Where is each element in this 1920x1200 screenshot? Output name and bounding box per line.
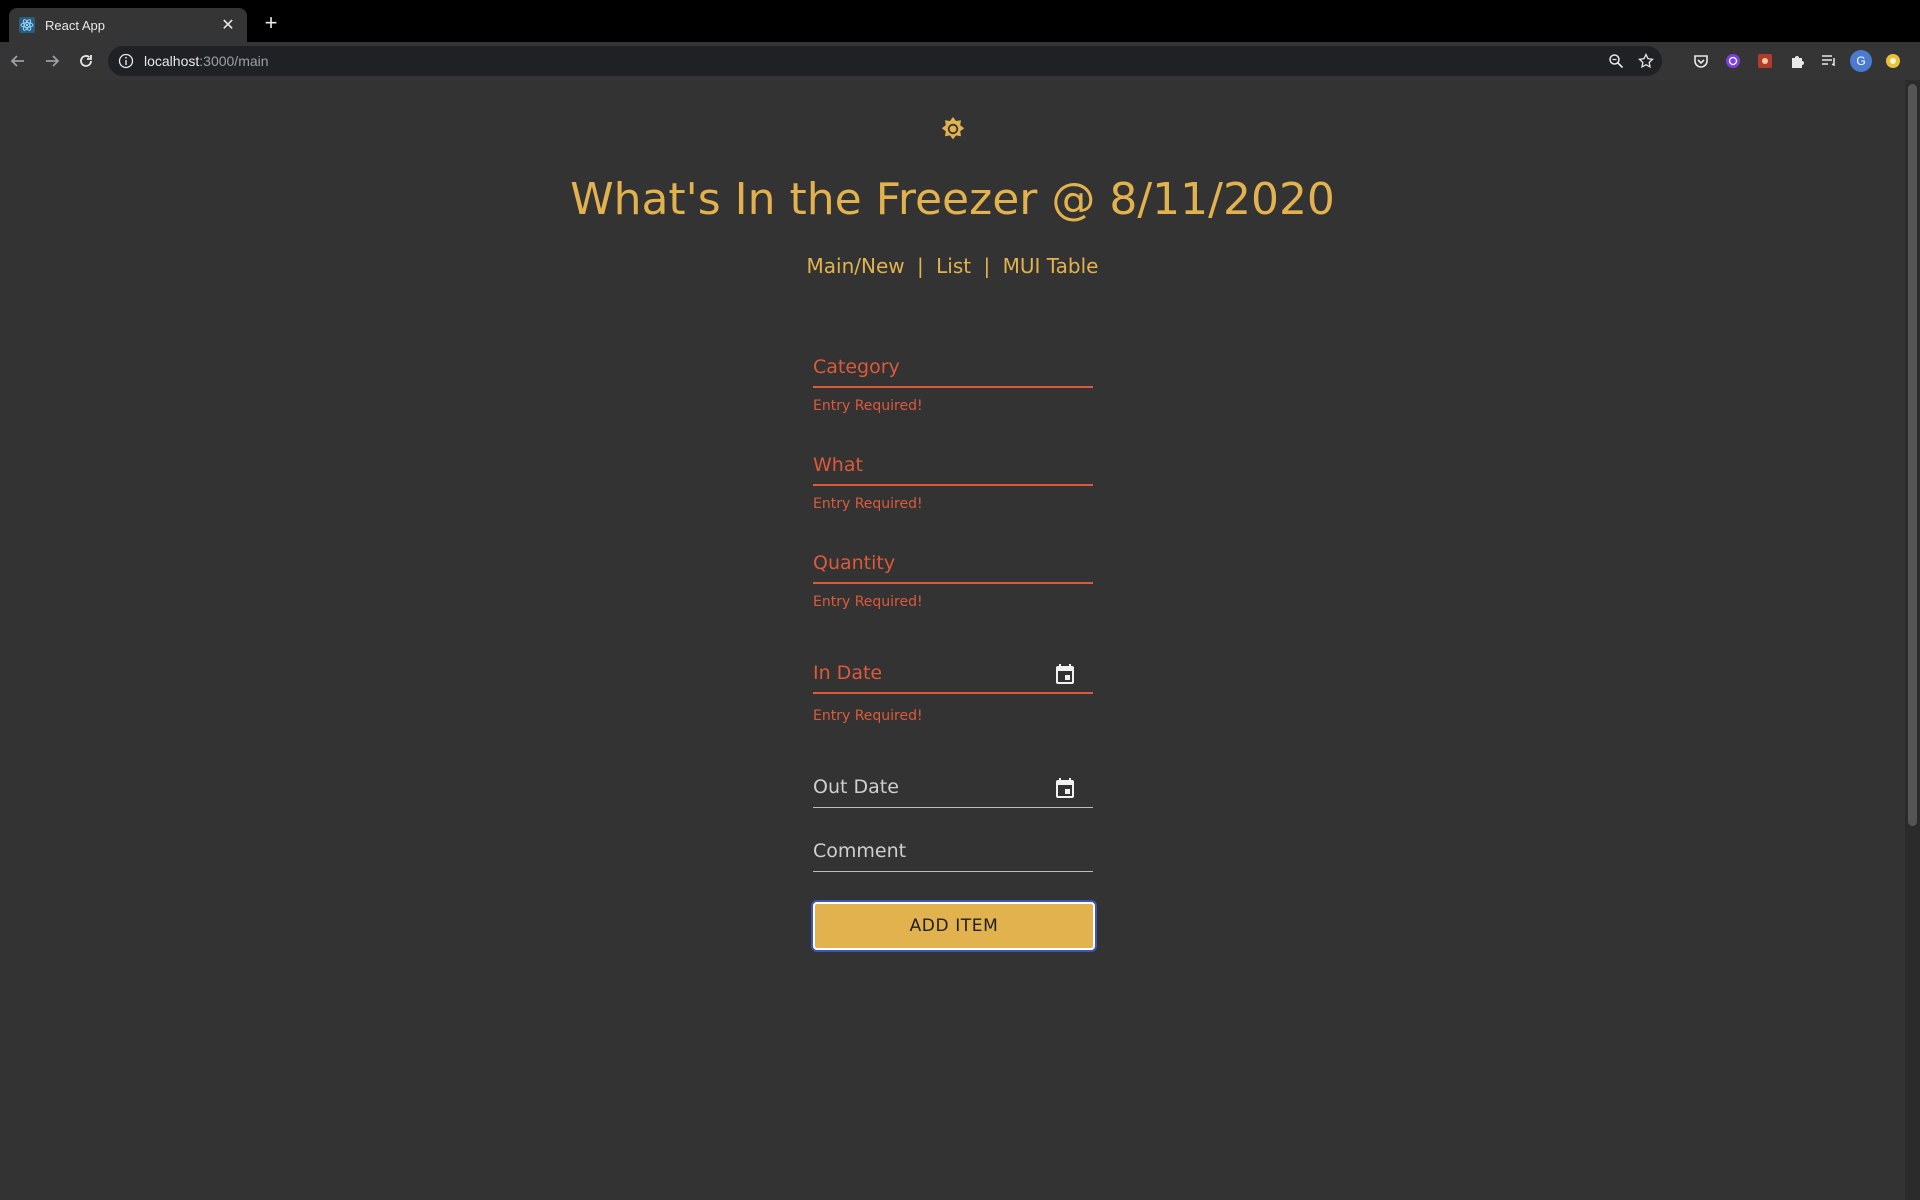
zoom-icon[interactable] bbox=[1608, 53, 1624, 69]
profile-avatar[interactable]: G bbox=[1850, 50, 1872, 72]
reload-icon bbox=[80, 55, 92, 67]
out-date-field[interactable]: Out Date bbox=[813, 758, 1093, 808]
field-underline bbox=[813, 386, 1093, 388]
browser-toolbar: localhost:3000/main G bbox=[0, 42, 1920, 80]
in-date-error-text: Entry Required! bbox=[813, 708, 923, 724]
url-path: :3000/main bbox=[199, 53, 269, 69]
what-field[interactable]: What bbox=[813, 438, 1093, 486]
what-label: What bbox=[813, 454, 863, 476]
react-icon bbox=[19, 17, 35, 33]
add-item-form: Category Entry Required! What Entry Requ… bbox=[813, 340, 1095, 950]
category-error-text: Entry Required! bbox=[813, 398, 923, 414]
back-button[interactable] bbox=[2, 45, 34, 77]
page-viewport: What's In the Freezer @ 8/11/2020 Main/N… bbox=[0, 80, 1920, 1200]
field-underline bbox=[813, 807, 1093, 808]
comment-label: Comment bbox=[813, 840, 907, 862]
quantity-error-text: Entry Required! bbox=[813, 594, 923, 610]
pocket-icon[interactable] bbox=[1690, 50, 1712, 72]
calendar-icon[interactable] bbox=[1053, 776, 1077, 800]
extension-purple-icon[interactable] bbox=[1722, 50, 1744, 72]
field-underline bbox=[813, 692, 1093, 694]
nav-link-mui-table[interactable]: MUI Table bbox=[1003, 254, 1099, 278]
theme-toggle-button[interactable] bbox=[938, 114, 968, 144]
category-label: Category bbox=[813, 356, 900, 378]
star-icon[interactable] bbox=[1638, 53, 1654, 69]
nav-link-main[interactable]: Main/New bbox=[807, 254, 905, 278]
nav-separator: | bbox=[983, 254, 991, 278]
comment-field[interactable]: Comment bbox=[813, 824, 1093, 872]
category-field[interactable]: Category bbox=[813, 340, 1093, 388]
out-date-label: Out Date bbox=[813, 776, 899, 798]
extension-yellow-icon[interactable] bbox=[1882, 50, 1904, 72]
sun-icon bbox=[941, 117, 965, 140]
new-tab-icon[interactable]: + bbox=[260, 12, 282, 34]
nav-link-list[interactable]: List bbox=[936, 254, 971, 278]
quantity-field[interactable]: Quantity bbox=[813, 536, 1093, 584]
arrow-left-icon bbox=[10, 55, 24, 67]
scrollbar-thumb[interactable] bbox=[1908, 84, 1917, 826]
what-error-text: Entry Required! bbox=[813, 496, 923, 512]
add-item-button[interactable]: ADD ITEM bbox=[813, 902, 1095, 950]
page-scrollbar[interactable] bbox=[1905, 80, 1920, 1200]
in-date-field[interactable]: In Date bbox=[813, 644, 1093, 694]
tab-title: React App bbox=[45, 17, 105, 33]
tab-strip: React App ✕ + bbox=[0, 0, 1920, 42]
reload-button[interactable] bbox=[70, 45, 102, 77]
forward-button[interactable] bbox=[36, 45, 68, 77]
url-host: localhost bbox=[144, 53, 200, 69]
nav-separator: | bbox=[917, 254, 924, 278]
field-underline bbox=[813, 484, 1093, 486]
quantity-label: Quantity bbox=[813, 552, 896, 574]
in-date-label: In Date bbox=[813, 662, 883, 684]
puzzle-icon[interactable] bbox=[1786, 50, 1808, 72]
reading-list-icon[interactable] bbox=[1818, 50, 1840, 72]
page-title: What's In the Freezer @ 8/11/2020 bbox=[570, 174, 1335, 225]
field-underline bbox=[813, 871, 1093, 872]
close-tab-icon[interactable]: ✕ bbox=[219, 15, 237, 35]
arrow-right-icon bbox=[46, 55, 60, 67]
extension-red-icon[interactable] bbox=[1754, 50, 1776, 72]
browser-tab[interactable]: React App ✕ bbox=[9, 8, 247, 42]
calendar-icon[interactable] bbox=[1053, 662, 1077, 686]
info-icon[interactable] bbox=[118, 53, 134, 69]
page-nav: Main/New | List | MUI Table bbox=[0, 254, 1905, 278]
address-bar[interactable]: localhost:3000/main bbox=[108, 46, 1662, 76]
field-underline bbox=[813, 582, 1093, 584]
